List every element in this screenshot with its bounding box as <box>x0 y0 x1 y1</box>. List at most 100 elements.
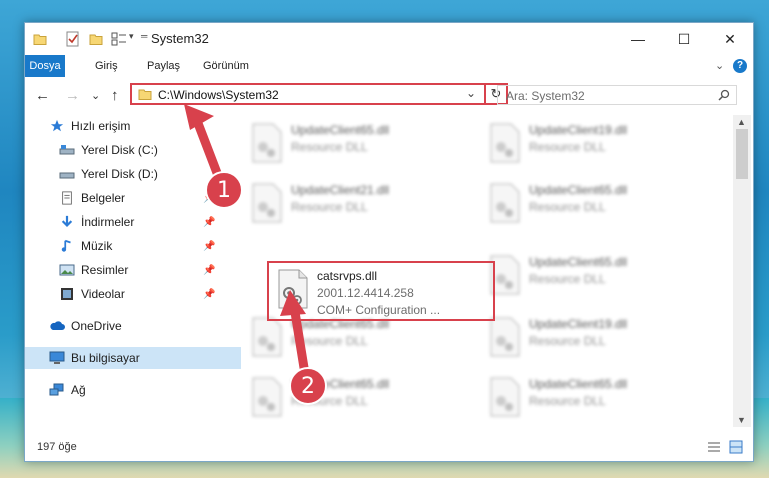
pin-icon[interactable]: 📌 <box>203 265 215 276</box>
sidebar-item-ag[interactable]: Ağ <box>25 379 241 401</box>
search-input[interactable]: Ara: System32 <box>497 85 737 105</box>
sidebar-item-muzik[interactable]: Müzik 📌 <box>25 235 251 257</box>
documents-icon <box>62 191 72 205</box>
file-description: Resource DLL <box>291 200 368 214</box>
folder-icon <box>33 34 47 45</box>
cloud-icon <box>50 321 65 330</box>
drive-icon <box>59 172 75 179</box>
drive-icon <box>59 145 75 155</box>
file-description: Resource DLL <box>529 334 606 348</box>
network-icon <box>49 383 64 396</box>
file-item[interactable]: UpdateClient65.dll Resource DLL <box>479 177 705 233</box>
computer-icon <box>49 351 65 364</box>
sidebar-item-label: Videolar <box>81 287 125 301</box>
recent-locations-button[interactable]: ⌄ <box>91 89 100 102</box>
search-icon <box>718 89 730 101</box>
address-bar[interactable]: C:\Windows\System32 ⌄ <box>130 83 486 105</box>
pin-icon[interactable]: 📌 <box>203 241 215 252</box>
sidebar-item-label: Yerel Disk (C:) <box>81 143 158 157</box>
music-icon <box>61 239 71 252</box>
vertical-scrollbar[interactable]: ▲ ▼ <box>733 115 751 427</box>
forward-button[interactable]: → <box>65 87 80 104</box>
navigation-pane: Hızlı erişim Yerel Disk (C:) Yerel Disk … <box>25 115 241 415</box>
file-description: Resource DLL <box>529 394 606 408</box>
address-path: C:\Windows\System32 <box>158 88 279 102</box>
up-button[interactable]: ↑ <box>111 87 119 104</box>
tab-paylas[interactable]: Paylaş <box>139 55 188 77</box>
file-description: Resource DLL <box>291 334 368 348</box>
file-item[interactable]: UpdateClient65.dll Resource DLL <box>479 249 705 305</box>
callout-number-1: 1 <box>217 178 231 203</box>
sidebar-item-label: Bu bilgisayar <box>71 351 140 365</box>
file-name: UpdateClient65.dll <box>529 255 628 269</box>
file-item[interactable]: UpdateClient21.dll Resource DLL <box>241 177 467 233</box>
file-description: Resource DLL <box>529 140 606 154</box>
new-folder-icon[interactable] <box>89 31 103 47</box>
file-name: UpdateClient21.dll <box>291 183 390 197</box>
file-name: UpdateClient65.dll <box>529 377 628 391</box>
folder-icon <box>138 89 152 100</box>
properties-icon[interactable] <box>65 31 81 47</box>
large-icons-view-icon[interactable] <box>729 440 743 454</box>
file-item[interactable]: UpdateClient65.dll Resource DLL <box>241 371 467 427</box>
help-icon[interactable]: ? <box>733 59 747 73</box>
dll-file-icon <box>252 377 282 417</box>
customize-toolbar-icon[interactable]: ═ <box>141 31 147 47</box>
file-name: UpdateClient19.dll <box>529 123 628 137</box>
sidebar-item-bu-bilgisayar[interactable]: Bu bilgisayar <box>25 347 241 369</box>
scroll-down-icon[interactable]: ▼ <box>737 415 746 425</box>
status-bar: 197 öğe <box>25 435 753 459</box>
sidebar-item-resimler[interactable]: Resimler 📌 <box>25 259 251 281</box>
tab-gorunum[interactable]: Görünüm <box>195 55 257 77</box>
dll-file-icon <box>252 317 282 357</box>
scroll-up-icon[interactable]: ▲ <box>737 117 746 127</box>
sidebar-item-label: Resimler <box>81 263 129 277</box>
pin-icon[interactable]: 📌 <box>203 217 215 228</box>
sidebar-item-yerel-disk-c[interactable]: Yerel Disk (C:) <box>25 139 251 161</box>
minimize-button[interactable]: — <box>615 23 661 55</box>
file-item[interactable]: UpdateClient19.dll Resource DLL <box>479 117 705 173</box>
file-name: UpdateClient19.dll <box>529 317 628 331</box>
sidebar-item-label: OneDrive <box>71 319 122 333</box>
dll-file-icon <box>490 183 520 223</box>
navigation-bar: ← → ⌄ ↑ C:\Windows\System32 ⌄ ↻ Ara: Sys… <box>25 79 753 111</box>
sidebar-item-label: Ağ <box>71 383 86 397</box>
expand-ribbon-icon[interactable]: ⌄ <box>707 55 732 77</box>
window-title: System32 <box>151 31 209 46</box>
file-explorer-window: ▾ ═ System32 — ☐ ✕ Dosya Giriş Paylaş Gö… <box>24 22 754 462</box>
quick-access-dropdown-icon[interactable]: ▾ <box>129 31 134 47</box>
item-count: 197 öğe <box>37 441 77 453</box>
pictures-icon <box>59 264 75 276</box>
address-dropdown-icon[interactable]: ⌄ <box>466 86 476 100</box>
file-name: UpdateClient65.dll <box>291 123 390 137</box>
sidebar-item-indirmeler[interactable]: İndirmeler 📌 <box>25 211 251 233</box>
dll-file-icon <box>252 183 282 223</box>
close-button[interactable]: ✕ <box>707 23 753 55</box>
pin-icon[interactable]: 📌 <box>203 289 215 300</box>
details-view-icon[interactable] <box>707 441 721 453</box>
file-name: UpdateClient65.dll <box>529 183 628 197</box>
view-options-icon[interactable] <box>111 31 127 47</box>
file-description: Resource DLL <box>529 200 606 214</box>
dll-file-icon <box>490 317 520 357</box>
file-item[interactable]: UpdateClient65.dll Resource DLL <box>241 117 467 173</box>
dll-file-icon <box>490 123 520 163</box>
scrollbar-thumb[interactable] <box>736 129 748 179</box>
search-placeholder: Ara: System32 <box>506 89 585 103</box>
sidebar-item-onedrive[interactable]: OneDrive <box>25 315 241 337</box>
sidebar-item-videolar[interactable]: Videolar 📌 <box>25 283 251 305</box>
maximize-button[interactable]: ☐ <box>661 23 707 55</box>
file-item[interactable]: UpdateClient19.dll Resource DLL <box>479 311 705 367</box>
sidebar-item-hizli-erisim[interactable]: Hızlı erişim <box>25 115 241 137</box>
ribbon-tabs: Dosya Giriş Paylaş Görünüm ⌄ ? <box>25 55 753 79</box>
title-bar: ▾ ═ System32 — ☐ ✕ <box>25 23 753 55</box>
back-button[interactable]: ← <box>35 87 50 104</box>
tab-dosya[interactable]: Dosya <box>25 55 65 77</box>
dll-file-icon <box>490 377 520 417</box>
downloads-icon <box>61 215 73 228</box>
file-item[interactable]: UpdateClient65.dll Resource DLL <box>479 371 705 427</box>
sidebar-item-label: Belgeler <box>81 191 126 205</box>
star-icon <box>50 119 64 132</box>
file-description: Resource DLL <box>529 272 606 286</box>
tab-giris[interactable]: Giriş <box>87 55 126 77</box>
